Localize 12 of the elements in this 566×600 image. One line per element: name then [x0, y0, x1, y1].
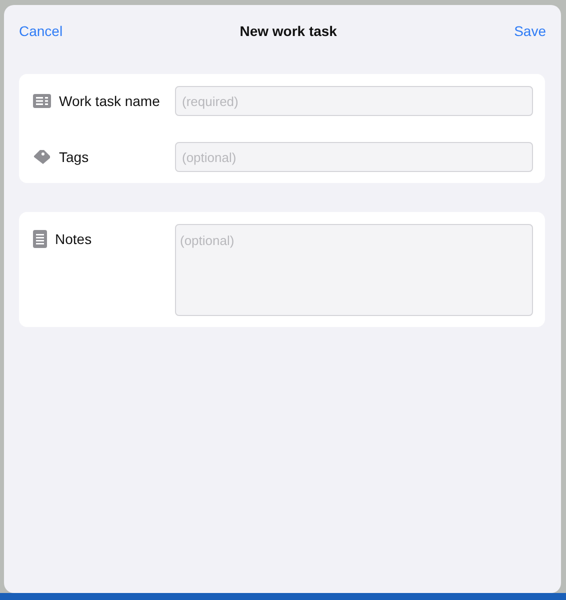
text-field[interactable]: (required) — [175, 86, 533, 116]
save-button[interactable]: Save — [514, 20, 546, 42]
tag-icon — [33, 149, 51, 165]
field-label: Tags — [59, 148, 89, 167]
field-label: Work task name — [59, 92, 160, 110]
text-field[interactable]: (optional) — [175, 142, 533, 172]
field-label: Notes — [55, 230, 92, 248]
notes-field[interactable]: (optional) — [175, 224, 533, 316]
cancel-button[interactable]: Cancel — [19, 20, 63, 42]
document-icon — [33, 230, 47, 248]
sheet-title: New work task — [240, 22, 337, 40]
card-icon — [33, 94, 51, 108]
